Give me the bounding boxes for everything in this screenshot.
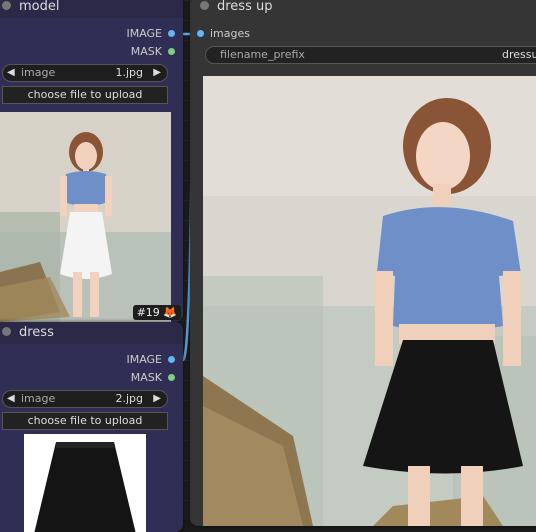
output-mask[interactable]: MASK <box>131 370 175 386</box>
image-preview <box>0 112 171 322</box>
arrow-left-icon[interactable]: ◀ <box>7 391 15 407</box>
upload-button[interactable]: choose file to upload <box>2 412 168 430</box>
output-image[interactable]: IMAGE <box>126 352 175 368</box>
node-id-badge: #19 🦊 <box>132 305 181 320</box>
input-images[interactable]: images <box>197 26 250 42</box>
upload-button[interactable]: choose file to upload <box>2 86 168 104</box>
collapse-dot-icon[interactable] <box>2 1 11 10</box>
filename-prefix-field[interactable]: filename_prefix dressup <box>205 46 536 64</box>
image-output-pin-icon[interactable] <box>168 29 175 37</box>
arrow-left-icon[interactable]: ◀ <box>7 65 15 81</box>
save-image-node[interactable]: dress up images filename_prefix dressup <box>190 0 536 526</box>
image-input-pin-icon[interactable] <box>197 29 204 37</box>
image-combo[interactable]: ◀ image 1.jpg ▶ <box>2 64 168 82</box>
arrow-right-icon[interactable]: ▶ <box>153 391 161 407</box>
node-title: dress up <box>217 0 273 14</box>
mask-output-pin-icon[interactable] <box>168 373 175 381</box>
arrow-right-icon[interactable]: ▶ <box>153 65 161 81</box>
image-preview <box>24 434 146 532</box>
output-mask[interactable]: MASK <box>131 44 175 60</box>
node-header[interactable]: dress up <box>190 0 536 18</box>
output-image[interactable]: IMAGE <box>126 26 175 42</box>
collapse-dot-icon[interactable] <box>2 327 11 336</box>
image-combo[interactable]: ◀ image 2.jpg ▶ <box>2 390 168 408</box>
image-output-pin-icon[interactable] <box>168 355 175 363</box>
load-image-node-model[interactable]: model IMAGE MASK ◀ image 1.jpg ▶ choose … <box>0 0 183 322</box>
mask-output-pin-icon[interactable] <box>168 47 175 55</box>
node-header[interactable]: model <box>0 0 183 18</box>
load-image-node-dress[interactable]: dress IMAGE MASK ◀ image 2.jpg ▶ choose … <box>0 322 183 532</box>
node-title: model <box>19 0 60 14</box>
node-header[interactable]: dress <box>0 322 183 344</box>
result-image-preview <box>203 76 536 526</box>
collapse-dot-icon[interactable] <box>200 1 209 10</box>
node-title: dress <box>19 325 54 340</box>
